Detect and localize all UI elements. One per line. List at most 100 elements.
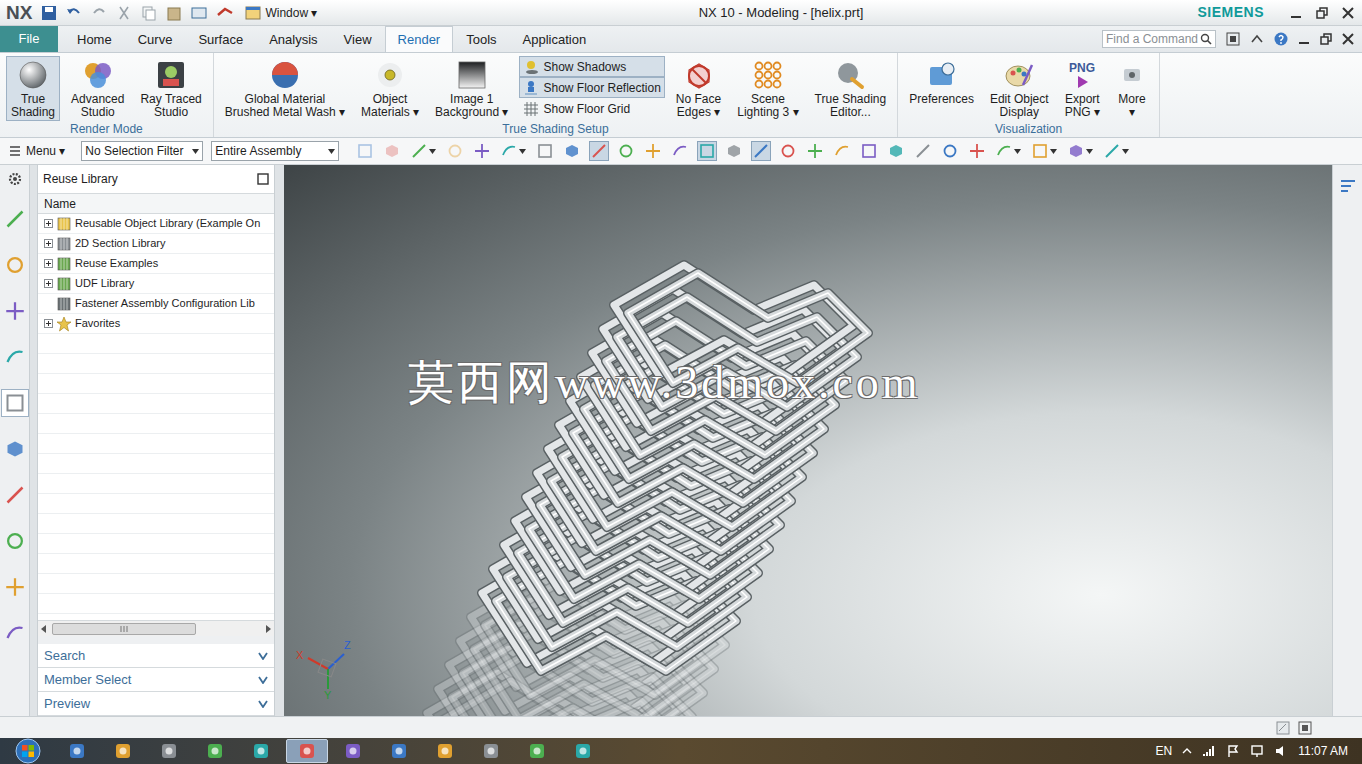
toolbar-button[interactable]: [859, 141, 879, 161]
ribbon-toggle[interactable]: Show Floor Grid: [519, 98, 664, 119]
panel-section[interactable]: Preview: [38, 692, 274, 716]
resource-tab[interactable]: [1, 527, 29, 555]
close-icon[interactable]: [1342, 33, 1354, 45]
ribbon-button[interactable]: No FaceEdges ▾: [671, 56, 726, 121]
toolbar-button[interactable]: [886, 141, 906, 161]
resource-tab[interactable]: [1, 435, 29, 463]
toolbar-button[interactable]: [382, 141, 402, 161]
ribbon-tab[interactable]: Curve: [125, 26, 186, 52]
tray-expand-icon[interactable]: [1182, 746, 1192, 756]
ribbon-tab[interactable]: Application: [510, 26, 600, 52]
minimize-icon[interactable]: [1298, 33, 1310, 45]
selection-filter-select[interactable]: No Selection Filter: [81, 141, 203, 161]
ribbon-button[interactable]: PNGExportPNG ▾: [1060, 56, 1105, 121]
start-button[interactable]: [0, 738, 56, 764]
scroll-left-icon[interactable]: [40, 625, 48, 633]
toolbar-button[interactable]: [724, 141, 744, 161]
toolbar-button[interactable]: [832, 141, 852, 161]
ribbon-button[interactable]: Global MaterialBrushed Metal Wash ▾: [220, 56, 350, 121]
copy-icon[interactable]: [141, 5, 157, 21]
resource-tab[interactable]: [1, 481, 29, 509]
toolbar-button[interactable]: [913, 141, 933, 161]
minimize-icon[interactable]: [1290, 7, 1302, 19]
toolbar-button[interactable]: [1102, 141, 1131, 161]
restore-icon[interactable]: [1320, 33, 1332, 45]
expand-icon[interactable]: [44, 239, 53, 248]
taskbar-app[interactable]: [194, 739, 236, 763]
taskbar-app[interactable]: [56, 739, 98, 763]
toolbar-button[interactable]: [778, 141, 798, 161]
ribbon-tab[interactable]: View: [331, 26, 385, 52]
toolbar-button[interactable]: [472, 141, 492, 161]
toolbar-button[interactable]: [670, 141, 690, 161]
resource-tab[interactable]: [1, 205, 29, 233]
toolbar-button[interactable]: [940, 141, 960, 161]
toolbar-button[interactable]: [1066, 141, 1095, 161]
switch-window-icon[interactable]: [191, 5, 207, 21]
ribbon-button[interactable]: Preferences: [904, 56, 979, 108]
restore-icon[interactable]: [1316, 7, 1328, 19]
ribbon-button[interactable]: ObjectMaterials ▾: [356, 56, 424, 121]
toolbar-button[interactable]: [409, 141, 438, 161]
collapse-ribbon-icon[interactable]: [1250, 32, 1264, 46]
menu-button[interactable]: Menu ▾: [8, 142, 65, 160]
maximize-panel-icon[interactable]: [257, 173, 269, 185]
ribbon-tab[interactable]: Surface: [185, 26, 256, 52]
resource-tab[interactable]: [1, 343, 29, 371]
toolbar-button[interactable]: [994, 141, 1023, 161]
toolbar-button[interactable]: [445, 141, 465, 161]
undo-icon[interactable]: [66, 5, 82, 21]
graphics-window[interactable]: 莫西网www.3dmox.comXZY: [284, 165, 1332, 716]
command-search[interactable]: [1102, 30, 1216, 48]
toolbar-button[interactable]: [499, 141, 528, 161]
toolbar-button[interactable]: [535, 141, 555, 161]
expand-icon[interactable]: [44, 259, 53, 268]
resource-tab[interactable]: [1, 389, 29, 417]
paste-icon[interactable]: [166, 5, 182, 21]
taskbar-app[interactable]: [516, 739, 558, 763]
toolbar-button[interactable]: [697, 141, 717, 161]
splitter[interactable]: [275, 165, 284, 716]
resource-icon[interactable]: [1226, 32, 1240, 46]
toolbar-button[interactable]: [562, 141, 582, 161]
toolbar-button[interactable]: [967, 141, 987, 161]
resource-tab[interactable]: [1, 251, 29, 279]
taskbar-app[interactable]: [240, 739, 282, 763]
ribbon-tab[interactable]: Render: [385, 26, 454, 52]
language-indicator[interactable]: EN: [1156, 742, 1173, 760]
tree-row[interactable]: Reusable Object Library (Example On: [38, 214, 274, 234]
cut-icon[interactable]: [116, 5, 132, 21]
ribbon-toggle[interactable]: Show Floor Reflection: [519, 77, 664, 98]
expand-icon[interactable]: [44, 319, 53, 328]
toolbar-button[interactable]: [751, 141, 771, 161]
tree-row[interactable]: UDF Library: [38, 274, 274, 294]
tree-row[interactable]: Reuse Examples: [38, 254, 274, 274]
touch-icon[interactable]: [216, 5, 234, 21]
toolbar-button[interactable]: [805, 141, 825, 161]
taskbar-app[interactable]: [424, 739, 466, 763]
taskbar-app[interactable]: [148, 739, 190, 763]
ribbon-toggle[interactable]: Show Shadows: [519, 56, 664, 77]
taskbar-app[interactable]: [562, 739, 604, 763]
tree-row[interactable]: 2D Section Library: [38, 234, 274, 254]
taskbar-app[interactable]: [378, 739, 420, 763]
panel-section[interactable]: Member Select: [38, 668, 274, 692]
scope-select[interactable]: Entire Assembly: [211, 141, 339, 161]
window-menu[interactable]: Window ▾: [245, 4, 317, 22]
ribbon-button[interactable]: More▾: [1111, 56, 1153, 121]
toolbar-button[interactable]: [616, 141, 636, 161]
expand-icon[interactable]: [44, 279, 53, 288]
scroll-thumb[interactable]: [52, 623, 196, 635]
toolbar-button[interactable]: [1030, 141, 1059, 161]
ribbon-button[interactable]: Image 1Background ▾: [430, 56, 513, 121]
signal-icon[interactable]: [1202, 744, 1216, 758]
panel-section[interactable]: Search: [38, 644, 274, 668]
ribbon-tab[interactable]: Tools: [453, 26, 509, 52]
taskbar-app[interactable]: [102, 739, 144, 763]
resource-tab[interactable]: [1, 297, 29, 325]
redo-icon[interactable]: [91, 5, 107, 21]
clock[interactable]: 11:07 AM: [1298, 742, 1348, 760]
roles-icon[interactable]: [1339, 177, 1357, 195]
ribbon-button[interactable]: Ray TracedStudio: [135, 56, 206, 121]
ribbon-button[interactable]: AdvancedStudio: [66, 56, 129, 121]
